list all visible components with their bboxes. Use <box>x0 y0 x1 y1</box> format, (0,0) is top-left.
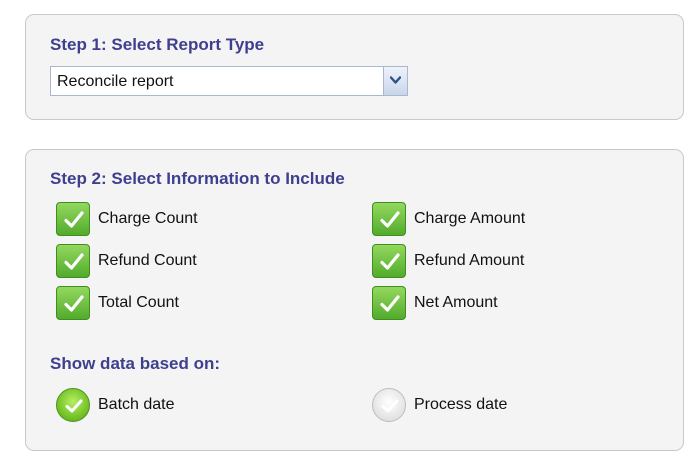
checkbox-checked[interactable] <box>56 202 90 236</box>
checkbox-checked[interactable] <box>372 244 406 278</box>
option-label: Net Amount <box>414 294 498 311</box>
checkmark-icon <box>64 211 84 228</box>
select-dropdown-button[interactable] <box>383 67 407 95</box>
checkmark-icon <box>65 399 83 413</box>
step2-title: Step 2: Select Information to Include <box>50 169 345 188</box>
information-panel: Step 2: Select Information to Include Ch… <box>25 149 684 451</box>
checkmark-icon <box>380 211 400 228</box>
step1-title: Step 1: Select Report Type <box>50 35 265 54</box>
radio-selected[interactable] <box>56 388 90 422</box>
option-label: Refund Amount <box>414 252 525 269</box>
checkmark-icon <box>381 399 399 413</box>
radio-label: Process date <box>414 396 508 413</box>
chevron-down-icon <box>390 76 401 84</box>
option-label: Refund Count <box>98 252 197 269</box>
checkmark-icon <box>380 295 400 312</box>
option-label: Charge Count <box>98 210 198 227</box>
report-type-select[interactable]: Reconcile report <box>50 66 408 96</box>
option-label: Charge Amount <box>414 210 526 227</box>
checkmark-icon <box>380 253 400 270</box>
radio-label: Batch date <box>98 396 175 413</box>
checkbox-checked[interactable] <box>372 202 406 236</box>
report-type-selected-value: Reconcile report <box>57 73 174 90</box>
data-based-on-title: Show data based on: <box>50 354 221 373</box>
checkmark-icon <box>64 253 84 270</box>
checkbox-checked[interactable] <box>56 244 90 278</box>
checkmark-icon <box>64 295 84 312</box>
checkbox-checked[interactable] <box>372 286 406 320</box>
radio-unselected[interactable] <box>372 388 406 422</box>
report-type-panel: Step 1: Select Report Type Reconcile rep… <box>25 14 684 120</box>
option-label: Total Count <box>98 294 179 311</box>
checkbox-checked[interactable] <box>56 286 90 320</box>
